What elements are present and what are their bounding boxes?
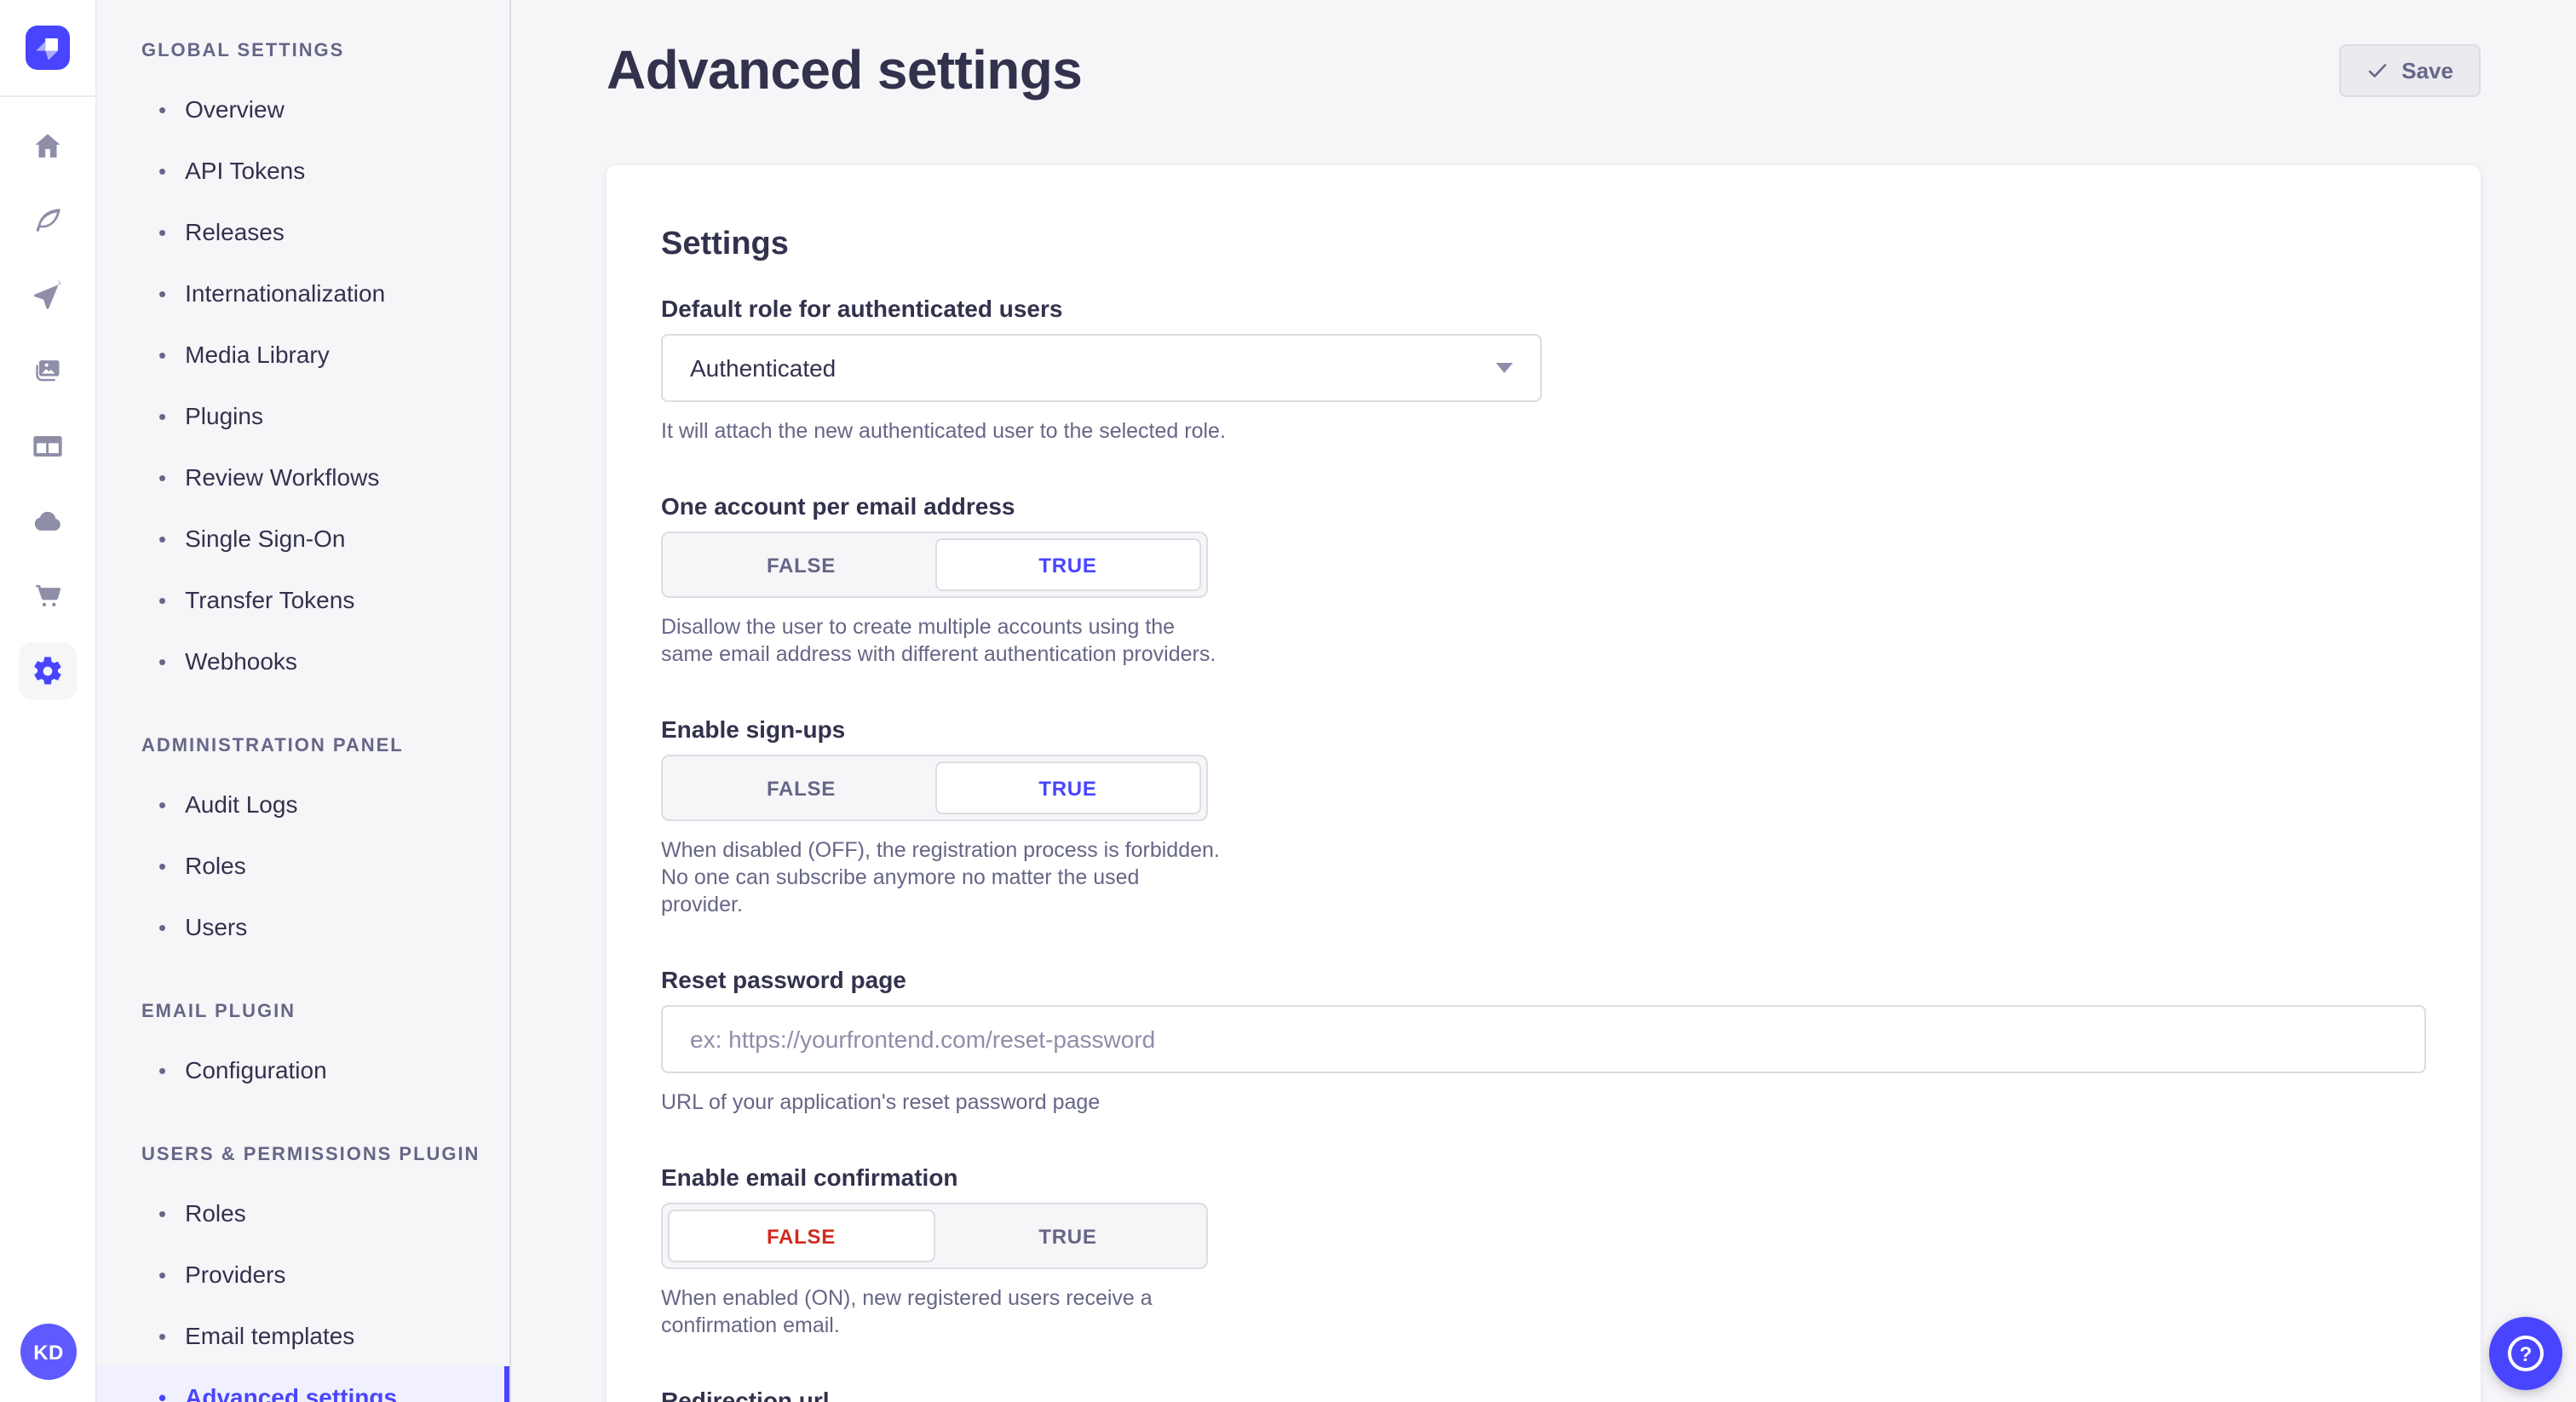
sidebar-item-email-configuration[interactable]: Configuration [97,1039,509,1100]
toggle-option-false[interactable]: FALSE [668,761,934,814]
feather-icon[interactable] [19,192,77,250]
field-label: Default role for authenticated users [661,295,2426,322]
question-icon: ? [2508,1336,2544,1371]
nav-section-users-permissions-plugin: USERS & PERMISSIONS PLUGIN Roles Provide… [97,1145,509,1402]
field-label: Enable email confirmation [661,1164,2426,1191]
sidebar-item-users[interactable]: Users [97,896,509,957]
sidebar-item-audit-logs[interactable]: Audit Logs [97,773,509,835]
field-label: Reset password page [661,966,2426,993]
field-one-account-per-email: One account per email address FALSE TRUE… [661,492,2426,668]
nav-section-email-plugin: EMAIL PLUGIN Configuration [97,1002,509,1100]
sidebar-item-media-library[interactable]: Media Library [97,324,509,385]
toggle-option-true[interactable]: TRUE [934,1210,1201,1262]
toggle-option-true[interactable]: TRUE [934,761,1201,814]
sidebar-item-overview[interactable]: Overview [97,78,509,140]
field-enable-sign-ups: Enable sign-ups FALSE TRUE When disabled… [661,715,2426,918]
nav-section-title: GLOBAL SETTINGS [141,41,509,61]
app-window: KD GLOBAL SETTINGS Overview API Tokens R… [0,0,2576,1402]
chevron-down-icon [1496,363,1513,373]
field-hint: URL of your application's reset password… [661,1089,2426,1116]
sidebar-item-plugins[interactable]: Plugins [97,385,509,446]
sidebar-item-admin-roles[interactable]: Roles [97,835,509,896]
sidebar-item-webhooks[interactable]: Webhooks [97,630,509,692]
nav-section-title: USERS & PERMISSIONS PLUGIN [141,1145,509,1165]
email-confirmation-toggle: FALSE TRUE [661,1203,1208,1269]
cart-icon[interactable] [19,567,77,625]
nav-section-title: EMAIL PLUGIN [141,1002,509,1022]
sidebar-item-email-templates[interactable]: Email templates [97,1305,509,1366]
default-role-select[interactable]: Authenticated [661,334,1542,402]
sidebar-item-review-workflows[interactable]: Review Workflows [97,446,509,508]
field-label: One account per email address [661,492,2426,520]
sidebar-item-providers[interactable]: Providers [97,1244,509,1305]
field-redirection-url: Redirection url [661,1387,2426,1402]
sidebar-item-advanced-settings[interactable]: Advanced settings [97,1366,509,1402]
strapi-logo-glyph [29,29,66,66]
check-icon [2366,59,2388,81]
page-title: Advanced settings [607,36,1082,104]
toggle-option-true[interactable]: TRUE [934,538,1201,591]
nav-section-administration-panel: ADMINISTRATION PANEL Audit Logs Roles Us… [97,736,509,957]
sidebar-item-releases[interactable]: Releases [97,201,509,262]
page-header: Advanced settings Save [607,0,2481,104]
avatar[interactable]: KD [20,1324,77,1380]
sidebar-item-up-roles[interactable]: Roles [97,1182,509,1244]
main-content: Advanced settings Save Settings Default … [511,0,2576,1402]
images-icon[interactable] [19,342,77,400]
home-icon[interactable] [19,118,77,175]
sidebar-item-internationalization[interactable]: Internationalization [97,262,509,324]
toggle-option-false[interactable]: FALSE [668,1210,934,1262]
field-label: Redirection url [661,1387,2426,1402]
select-value: Authenticated [690,354,836,382]
field-reset-password-page: Reset password page URL of your applicat… [661,966,2426,1116]
save-button[interactable]: Save [2338,43,2481,96]
sidebar-item-transfer-tokens[interactable]: Transfer Tokens [97,569,509,630]
field-hint: It will attach the new authenticated use… [661,417,2426,445]
field-default-role: Default role for authenticated users Aut… [661,295,2426,445]
reset-password-input[interactable] [661,1005,2426,1073]
gear-icon[interactable] [19,642,77,700]
help-button[interactable]: ? [2489,1317,2562,1390]
nav-section-title: ADMINISTRATION PANEL [141,736,509,756]
settings-nav: GLOBAL SETTINGS Overview API Tokens Rele… [97,0,511,1402]
nav-section-global-settings: GLOBAL SETTINGS Overview API Tokens Rele… [97,41,509,692]
cloud-icon[interactable] [19,492,77,550]
field-hint: When disabled (OFF), the registration pr… [661,836,1227,918]
strapi-logo[interactable] [26,26,70,70]
paper-plane-icon[interactable] [19,267,77,325]
field-label: Enable sign-ups [661,715,2426,743]
sign-ups-toggle: FALSE TRUE [661,755,1208,821]
sidebar-item-api-tokens[interactable]: API Tokens [97,140,509,201]
layout-icon[interactable] [19,417,77,475]
settings-section-title: Settings [661,227,2426,264]
field-hint: When enabled (ON), new registered users … [661,1284,1227,1339]
settings-card: Settings Default role for authenticated … [607,165,2481,1402]
save-button-label: Save [2401,57,2453,83]
field-hint: Disallow the user to create multiple acc… [661,613,1227,668]
one-account-toggle: FALSE TRUE [661,531,1208,598]
sidebar-item-single-sign-on[interactable]: Single Sign-On [97,508,509,569]
toggle-option-false[interactable]: FALSE [668,538,934,591]
icon-rail: KD [0,0,97,1402]
field-enable-email-confirmation: Enable email confirmation FALSE TRUE Whe… [661,1164,2426,1339]
